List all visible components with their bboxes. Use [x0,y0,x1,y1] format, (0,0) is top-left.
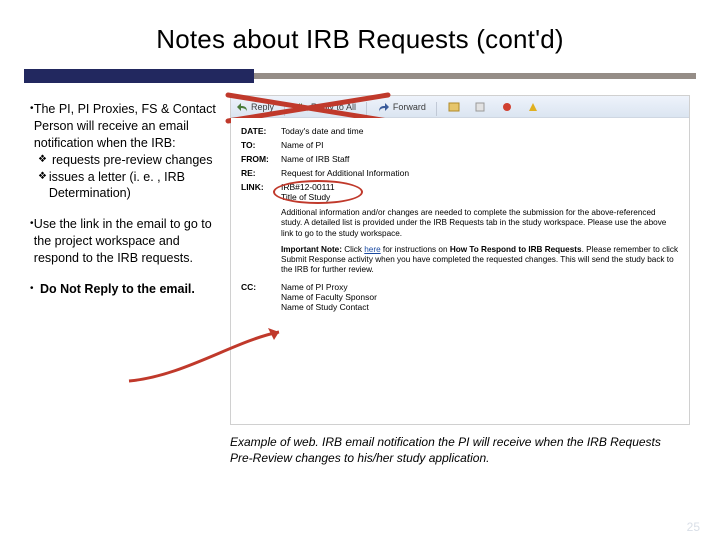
important-note: Important Note: Click here for instructi… [281,245,679,276]
link-value: IRB#12-00111 Title of Study [281,182,679,202]
icon-generic [448,101,460,113]
bullet-block-3: • Do Not Reply to the email. [30,281,220,298]
bullet-block-1: • The PI, PI Proxies, FS & Contact Perso… [30,101,220,202]
bullet-1-text: The PI, PI Proxies, FS & Contact Person … [34,101,220,152]
bullet-2: • Use the link in the email to go to the… [30,216,220,267]
cc-2: Name of Faculty Sponsor [281,292,679,302]
toolbar-sep [284,102,285,116]
figure-caption: Example of web. IRB email notification t… [230,435,690,466]
page-title: Notes about IRB Requests (cont'd) [30,24,690,55]
bullet-3-text: Do Not Reply to the email. [40,281,195,298]
reply-all-label: Reply to All [311,102,356,112]
email-paragraph-1: Additional information and/or changes ar… [281,208,679,239]
toolbar-sep [366,102,367,116]
bar-navy [24,69,254,83]
sub1-text: requests pre-review changes [52,152,213,169]
icon-generic [501,101,513,113]
forward-button[interactable]: Forward [373,97,431,117]
icon-generic [527,101,539,113]
bullet-2-text: Use the link in the email to go to the p… [34,216,220,267]
date-value: Today's date and time [281,126,679,136]
from-label: FROM: [241,154,281,164]
to-label: TO: [241,140,281,150]
reply-label: Reply [251,102,274,112]
bullet-block-2: • Use the link in the email to go to the… [30,216,220,267]
bullet-3: • Do Not Reply to the email. [30,281,220,298]
slide: Notes about IRB Requests (cont'd) • The … [0,0,720,540]
divider-bar [30,69,690,83]
sub-bullet-2: ❖ issues a letter (i. e. , IRB Determina… [38,169,220,203]
cc-label: CC: [241,282,281,312]
forward-icon [378,101,390,113]
toolbar-more-4[interactable] [522,97,544,117]
row-from: FROM: Name of IRB Staff [241,154,679,164]
email-preview: Reply Reply to All Forward [230,95,690,425]
link-label: LINK: [241,182,281,202]
link-line2: Title of Study [281,192,330,202]
sub2-text: issues a letter (i. e. , IRB Determinati… [49,169,220,203]
toolbar-sep [436,102,437,116]
to-value: Name of PI [281,140,679,150]
imp-mid: for instructions on [381,245,450,254]
left-column: • The PI, PI Proxies, FS & Contact Perso… [30,95,220,466]
from-value: Name of IRB Staff [281,154,679,164]
sub-bullet-1: ❖ requests pre-review changes [38,152,220,169]
reply-all-icon [296,101,308,113]
cc-1: Name of PI Proxy [281,282,679,292]
page-number: 25 [687,520,700,534]
link-line1[interactable]: IRB#12-00111 [281,182,335,192]
diamond-icon: ❖ [38,152,52,169]
row-date: DATE: Today's date and time [241,126,679,136]
cc-3: Name of Study Contact [281,302,679,312]
email-toolbar: Reply Reply to All Forward [231,96,689,118]
right-column: Reply Reply to All Forward [230,95,690,466]
reply-icon [236,101,248,113]
imp-howto: How To Respond to IRB Requests [450,245,582,254]
re-value: Request for Additional Information [281,168,679,178]
imp-here-link[interactable]: here [364,245,380,254]
diamond-icon: ❖ [38,169,49,203]
row-link: LINK: IRB#12-00111 Title of Study [241,182,679,202]
icon-generic [474,101,486,113]
forward-label: Forward [393,102,426,112]
re-label: RE: [241,168,281,178]
imp-click: Click [342,245,364,254]
bullet-dot-icon: • [30,281,40,298]
row-to: TO: Name of PI [241,140,679,150]
toolbar-more-3[interactable] [496,97,518,117]
reply-button[interactable]: Reply [231,97,279,117]
toolbar-more-2[interactable] [469,97,491,117]
cc-values: Name of PI Proxy Name of Faculty Sponsor… [281,282,679,312]
date-label: DATE: [241,126,281,136]
row-re: RE: Request for Additional Information [241,168,679,178]
columns: • The PI, PI Proxies, FS & Contact Perso… [30,95,690,466]
toolbar-more-1[interactable] [443,97,465,117]
imp-lead: Important Note: [281,245,342,254]
bullet-1: • The PI, PI Proxies, FS & Contact Perso… [30,101,220,152]
reply-all-button[interactable]: Reply to All [291,97,361,117]
email-body: DATE: Today's date and time TO: Name of … [231,118,689,424]
row-cc: CC: Name of PI Proxy Name of Faculty Spo… [241,282,679,312]
